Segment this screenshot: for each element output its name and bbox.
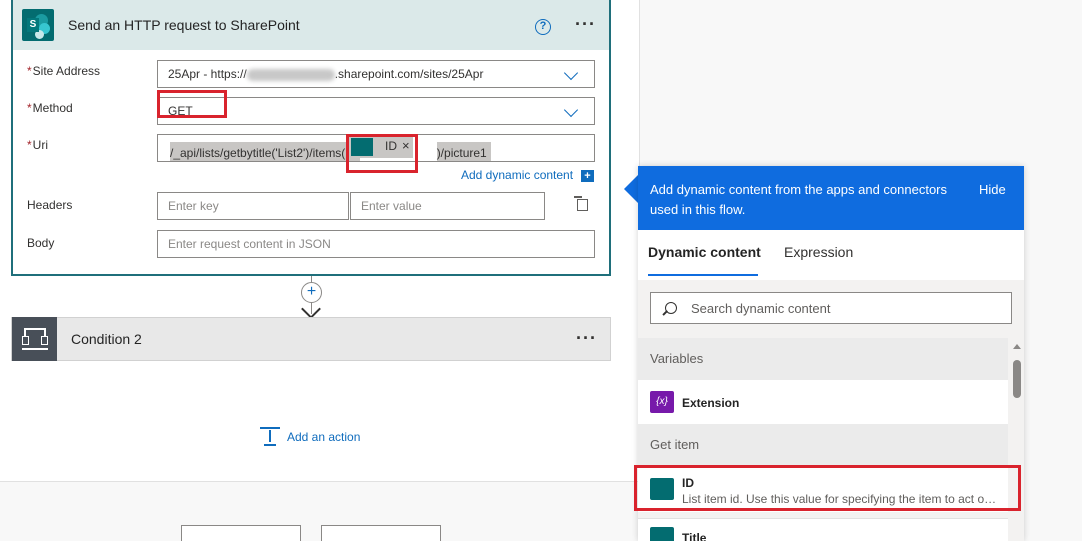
http-request-card: S Send an HTTP request to SharePoint ? ·…	[11, 0, 611, 276]
search-placeholder: Search dynamic content	[691, 301, 831, 316]
tab-expression[interactable]: Expression	[784, 244, 853, 260]
search-dynamic-content-input[interactable]: Search dynamic content	[650, 292, 1012, 324]
active-tab-indicator	[648, 274, 758, 276]
card-title: Send an HTTP request to SharePoint	[68, 17, 300, 33]
item-name: Title	[682, 531, 707, 541]
more-options-icon[interactable]: ···	[575, 14, 596, 35]
panel-pointer	[624, 175, 638, 203]
section-header-variables: Variables	[638, 338, 1008, 380]
chevron-down-icon	[563, 102, 579, 118]
body-input[interactable]: Enter request content in JSON	[157, 230, 595, 258]
condition-icon	[12, 317, 57, 361]
chevron-down-icon	[563, 65, 579, 81]
add-action-icon	[260, 427, 280, 447]
headers-label: Headers	[27, 198, 73, 212]
scroll-up-icon[interactable]	[1013, 344, 1021, 349]
body-label: Body	[27, 236, 55, 250]
method-label: *Method	[27, 101, 73, 115]
add-action-label: Add an action	[287, 430, 361, 444]
list-item-extension[interactable]: {x} Extension	[638, 380, 1008, 424]
panel-header-text: Add dynamic content from the apps and co…	[650, 182, 948, 217]
condition-card[interactable]: Condition 2 ···	[11, 317, 611, 361]
highlight-id-item	[634, 465, 1021, 511]
panel-tabs: Dynamic content Expression	[638, 230, 1024, 280]
variable-icon: {x}	[650, 391, 674, 413]
condition-title: Condition 2	[71, 331, 142, 347]
highlight-id-token	[346, 134, 418, 173]
panel-header: Add dynamic content from the apps and co…	[638, 166, 1024, 230]
add-an-action-button[interactable]: Add an action	[260, 427, 360, 447]
hide-button[interactable]: Hide	[979, 182, 1006, 197]
section-header-get-item: Get item	[638, 424, 1008, 466]
search-icon	[665, 302, 677, 314]
card-header[interactable]: S Send an HTTP request to SharePoint	[13, 0, 609, 50]
site-address-label: *Site Address	[27, 64, 101, 78]
save-button[interactable]	[321, 525, 441, 541]
item-name: Extension	[682, 396, 740, 410]
switch-to-text-mode-icon[interactable]	[574, 196, 588, 212]
new-step-button[interactable]	[181, 525, 301, 541]
scroll-thumb[interactable]	[1013, 360, 1021, 398]
more-options-icon[interactable]: ···	[576, 328, 597, 349]
add-dynamic-plus-icon[interactable]: +	[581, 170, 594, 182]
sharepoint-icon	[650, 527, 674, 541]
sharepoint-icon: S	[22, 9, 54, 41]
add-dynamic-content-link[interactable]: Add dynamic content	[461, 168, 573, 182]
redacted-tenant	[246, 68, 335, 81]
header-key-input[interactable]: Enter key	[157, 192, 349, 220]
tab-dynamic-content[interactable]: Dynamic content	[648, 244, 761, 260]
header-value-input[interactable]: Enter value	[350, 192, 545, 220]
uri-prefix: /_api/lists/getbytitle('List2')/items(	[170, 141, 360, 161]
list-item-title[interactable]: Title	[638, 518, 1008, 541]
help-icon[interactable]: ?	[535, 19, 551, 35]
uri-label: *Uri	[27, 138, 48, 152]
highlight-method	[157, 90, 227, 118]
uri-suffix: )/picture1	[436, 141, 491, 161]
site-address-dropdown[interactable]: 25Apr - https://.sharepoint.com/sites/25…	[157, 60, 595, 88]
